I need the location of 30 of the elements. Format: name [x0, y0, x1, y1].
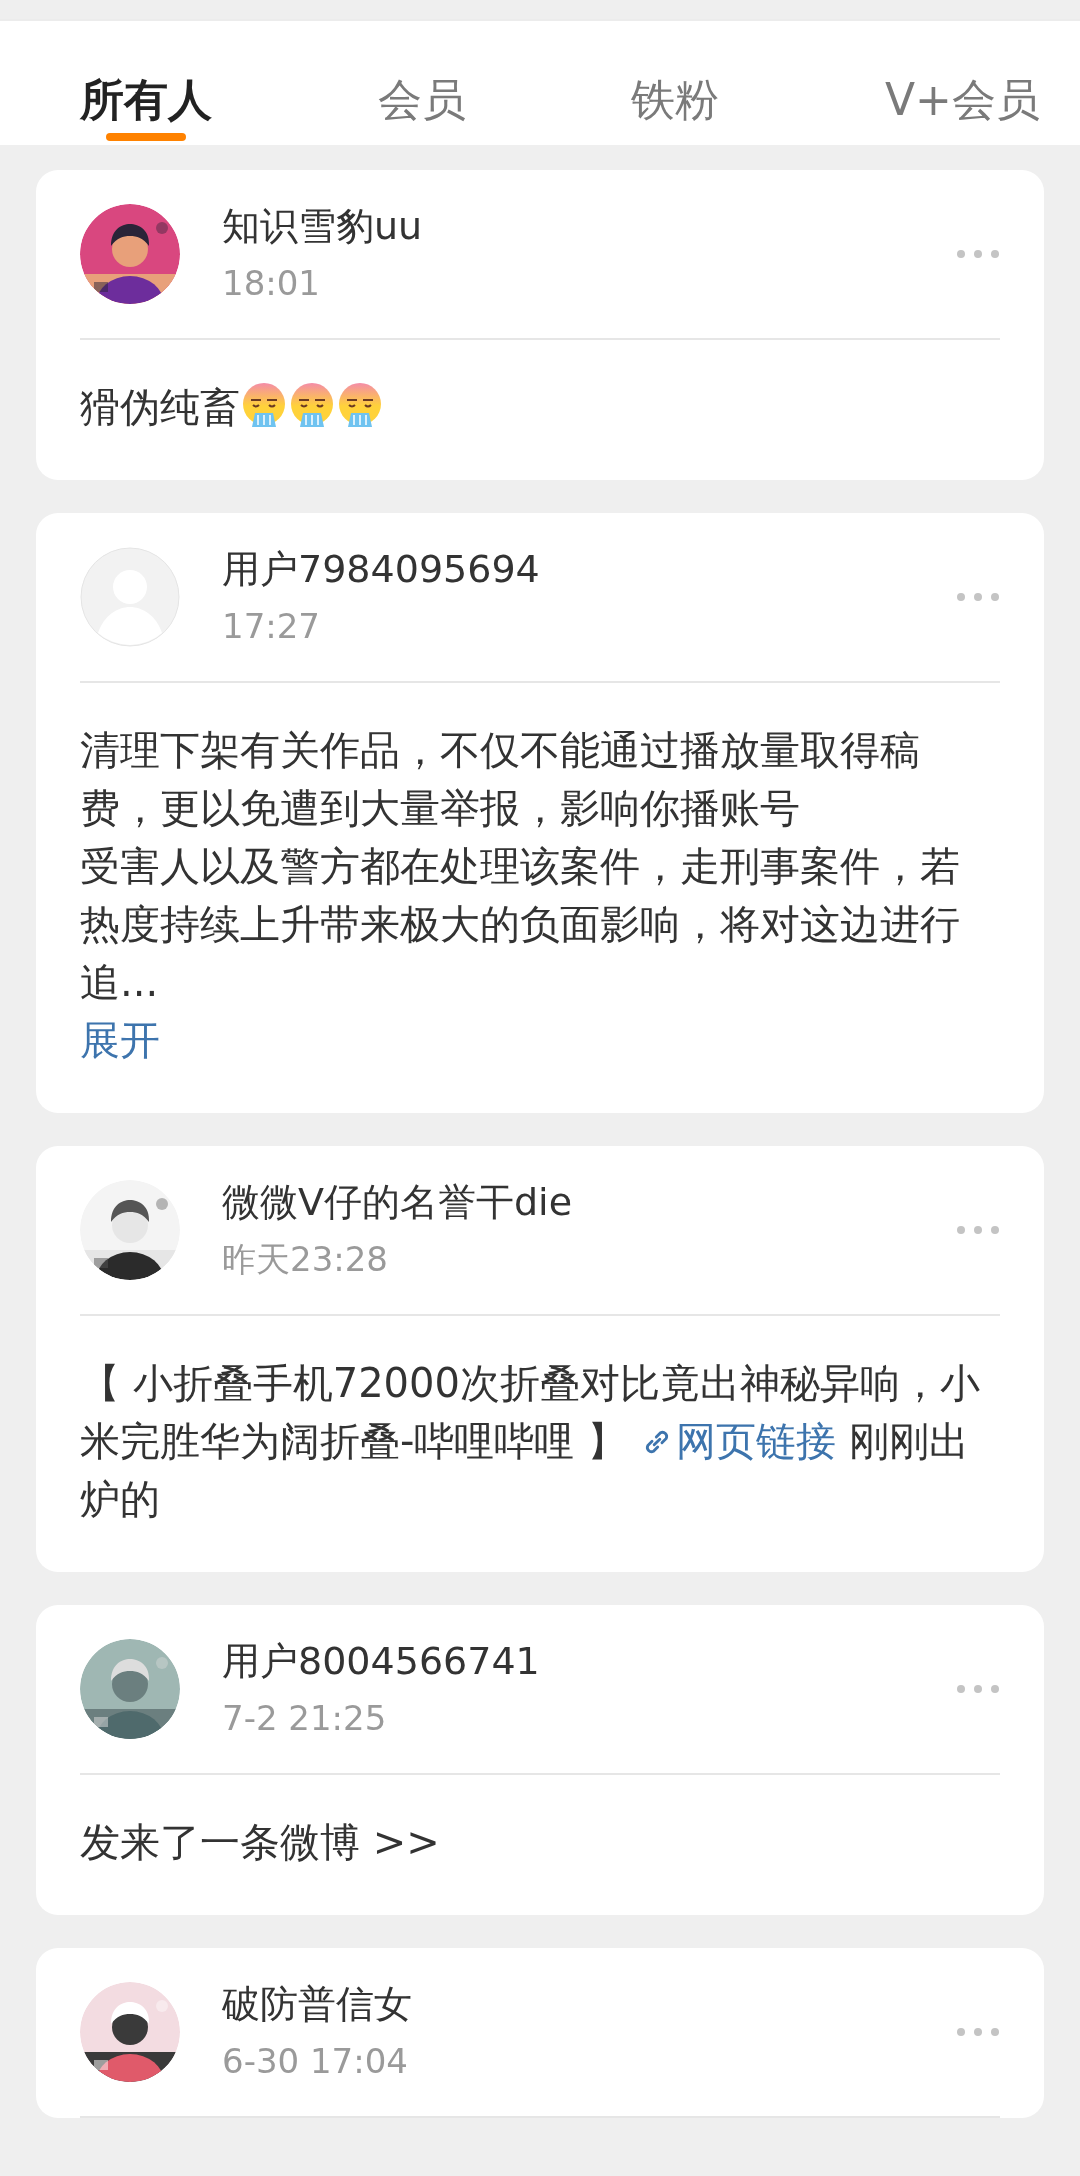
post-time: 17:27 — [222, 606, 321, 648]
post-text: 清理下架有关作品，不仅不能通过播放量取得稿费，更以免遭到大量举报，影响你播账号 — [80, 726, 921, 833]
post-text: 发来了一条微博 >> — [80, 1818, 441, 1867]
author-name[interactable]: 微微V仔的名誉干die — [222, 1179, 573, 1226]
emoji-icon — [336, 381, 384, 429]
avatar-icon[interactable] — [80, 547, 180, 647]
web-link[interactable]: 网页链接 — [639, 1418, 836, 1464]
post-text: 受害人以及警方都在处理该案件，走刑事案件，若热度持续上升带来极大的负面影响，将对这边进行追... — [80, 842, 961, 1007]
author-name[interactable]: 用户8004566741 — [222, 1638, 540, 1685]
expand-link[interactable]: 展开 — [80, 1011, 160, 1069]
post-time: 7-2 21:25 — [222, 1698, 388, 1740]
tab[interactable]: 所有人 — [80, 74, 212, 145]
author-name[interactable]: 用户7984095694 — [222, 546, 540, 593]
tab[interactable]: 铁粉 — [631, 74, 720, 145]
more-icon[interactable] — [956, 2027, 1000, 2037]
tab[interactable]: 会员 — [377, 74, 466, 145]
post-time: 18:01 — [222, 263, 321, 305]
post-time: 昨天23:28 — [222, 1239, 389, 1281]
more-icon[interactable] — [956, 592, 1000, 602]
post-text: 【 小折叠手机72000次折叠对比竟出神秘异响，小米完胜华为阔折叠-哔哩哔哩 】 网页链接 刚刚出炉的 — [80, 1359, 981, 1524]
more-icon[interactable] — [956, 1684, 1000, 1694]
author-name[interactable]: 知识雪豹uu — [222, 203, 423, 250]
author-name[interactable]: 破防普信女 — [222, 1981, 412, 2028]
emoji-icon — [240, 381, 288, 429]
more-icon[interactable] — [956, 1225, 1000, 1235]
emoji-icon — [288, 381, 336, 429]
more-icon[interactable] — [956, 249, 1000, 259]
post-text: 猾伪纯畜 — [80, 378, 994, 436]
post-time: 6-30 17:04 — [222, 2041, 409, 2083]
tab[interactable]: V+会员 — [885, 74, 1040, 145]
